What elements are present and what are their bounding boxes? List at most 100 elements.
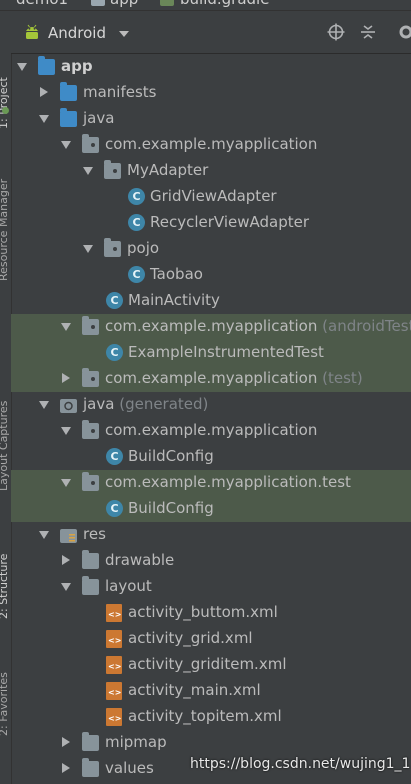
package-icon <box>82 134 99 153</box>
tree-item-package-generated[interactable]: com.example.myapplication <box>11 418 411 444</box>
tree-item-label: GridViewAdapter <box>150 187 277 205</box>
tree-item-gridviewadapter[interactable]: C GridViewAdapter <box>11 184 411 210</box>
expand-arrow-icon[interactable] <box>39 531 49 539</box>
xml-file-icon: <> <box>106 604 122 622</box>
folder-icon <box>82 550 99 569</box>
tree-item-manifests[interactable]: manifests <box>11 80 411 106</box>
tree-item-xml-file[interactable]: <> activity_buttom.xml <box>11 600 411 626</box>
class-icon: C <box>128 214 145 231</box>
breadcrumb-project[interactable]: demo1 <box>16 0 68 8</box>
tree-item-secondary: (androidTest) <box>322 317 411 335</box>
expand-arrow-icon[interactable] <box>17 63 27 71</box>
folder-icon <box>82 576 99 595</box>
breadcrumb-module[interactable]: app <box>110 0 138 8</box>
tab-favorites[interactable]: 2: Favorites <box>0 672 10 736</box>
tree-item-label: mipmap <box>105 733 167 751</box>
breadcrumb-file[interactable]: build.gradle <box>180 0 269 8</box>
tree-item-myadapter[interactable]: MyAdapter <box>11 158 411 184</box>
tree-item-label: ExampleInstrumentedTest <box>128 343 324 361</box>
tree-item-taobao[interactable]: C Taobao <box>11 262 411 288</box>
tree-item-xml-file[interactable]: <> activity_main.xml <box>11 678 411 704</box>
tree-item-label: values <box>105 759 154 777</box>
tree-item-label: app <box>61 57 93 75</box>
tree-item-buildconfig[interactable]: C BuildConfig <box>11 444 411 470</box>
folder-icon <box>82 732 99 751</box>
tree-item-label: Taobao <box>150 265 203 283</box>
tree-item-xml-file[interactable]: <> activity_grid.xml <box>11 626 411 652</box>
res-folder-icon <box>60 529 77 543</box>
tree-item-buildconfig-test[interactable]: C BuildConfig <box>11 496 411 522</box>
tree-item-label: activity_griditem.xml <box>128 655 287 673</box>
xml-file-icon: <> <box>106 656 122 674</box>
collapse-arrow-icon[interactable] <box>62 555 70 565</box>
tree-item-secondary: (test) <box>322 369 363 387</box>
folder-icon <box>91 0 105 6</box>
tree-item-label: com.example.myapplication (androidTest) <box>105 317 411 335</box>
tab-project[interactable]: 1: Project <box>0 77 10 129</box>
breadcrumb: demo1 app build.gradle <box>0 0 411 11</box>
folder-icon <box>60 82 77 101</box>
class-icon: C <box>106 448 123 465</box>
tree-item-layout[interactable]: layout <box>11 574 411 600</box>
gear-icon[interactable] <box>397 23 411 41</box>
expand-arrow-icon[interactable] <box>61 583 71 591</box>
project-dot-icon <box>2 107 9 114</box>
collapse-arrow-icon[interactable] <box>62 763 70 773</box>
collapse-all-icon[interactable] <box>359 23 377 41</box>
tree-item-label: BuildConfig <box>128 499 214 517</box>
tree-item-package[interactable]: com.example.myapplication <box>11 132 411 158</box>
tree-item-label: MainActivity <box>128 291 220 309</box>
tree-item-label: BuildConfig <box>128 447 214 465</box>
tree-item-mainactivity[interactable]: C MainActivity <box>11 288 411 314</box>
tree-item-package-test-generated[interactable]: com.example.myapplication.test <box>11 470 411 496</box>
tab-resource-manager[interactable]: Resource Manager <box>0 179 10 281</box>
tree-item-label: MyAdapter <box>127 161 209 179</box>
class-icon: C <box>106 292 123 309</box>
tree-item-xml-file[interactable]: <> activity_topitem.xml <box>11 704 411 730</box>
tree-item-label: com.example.myapplication <box>105 421 318 439</box>
class-icon: C <box>128 266 145 283</box>
package-icon <box>104 238 121 257</box>
tree-item-res[interactable]: res <box>11 522 411 548</box>
tree-item-java-generated[interactable]: java (generated) <box>11 392 411 418</box>
expand-arrow-icon[interactable] <box>39 115 49 123</box>
tree-item-label: manifests <box>83 83 157 101</box>
tree-item-exampleinstrumentedtest[interactable]: C ExampleInstrumentedTest <box>11 340 411 366</box>
project-view-select[interactable]: Android <box>48 24 106 42</box>
xml-file-icon: <> <box>106 708 122 726</box>
tree-item-mipmap[interactable]: mipmap <box>11 730 411 756</box>
gradle-icon <box>160 0 174 6</box>
android-icon <box>26 24 38 39</box>
tree-item-recyclerviewadapter[interactable]: C RecyclerViewAdapter <box>11 210 411 236</box>
tree-item-label: RecyclerViewAdapter <box>150 213 310 231</box>
tree-item-package-androidtest[interactable]: com.example.myapplication (androidTest) <box>11 314 411 340</box>
locate-icon[interactable] <box>327 23 345 41</box>
expand-arrow-icon[interactable] <box>61 323 71 331</box>
package-icon <box>82 472 99 491</box>
tree-item-label: java <box>83 109 115 127</box>
collapse-arrow-icon[interactable] <box>62 737 70 747</box>
tree-item-drawable[interactable]: drawable <box>11 548 411 574</box>
expand-arrow-icon[interactable] <box>83 167 93 175</box>
chevron-down-icon[interactable] <box>119 31 129 37</box>
tree-item-xml-file[interactable]: <> activity_griditem.xml <box>11 652 411 678</box>
collapse-arrow-icon[interactable] <box>40 87 48 97</box>
expand-arrow-icon[interactable] <box>61 479 71 487</box>
tab-structure[interactable]: 2: Structure <box>0 554 10 619</box>
expand-arrow-icon[interactable] <box>61 141 71 149</box>
class-icon: C <box>128 188 145 205</box>
tree-item-java[interactable]: java <box>11 106 411 132</box>
package-icon <box>82 420 99 439</box>
tree-item-package-test[interactable]: com.example.myapplication (test) <box>11 366 411 392</box>
tree-item-app[interactable]: app <box>11 54 411 80</box>
tree-item-label: pojo <box>127 239 160 257</box>
class-icon: C <box>106 500 123 517</box>
collapse-arrow-icon[interactable] <box>62 373 70 383</box>
tree-item-pojo[interactable]: pojo <box>11 236 411 262</box>
package-icon <box>104 160 121 179</box>
expand-arrow-icon[interactable] <box>83 245 93 253</box>
expand-arrow-icon[interactable] <box>39 401 49 409</box>
tree-item-label: activity_topitem.xml <box>128 707 282 725</box>
tab-layout-captures[interactable]: Layout Captures <box>0 401 10 491</box>
expand-arrow-icon[interactable] <box>61 427 71 435</box>
